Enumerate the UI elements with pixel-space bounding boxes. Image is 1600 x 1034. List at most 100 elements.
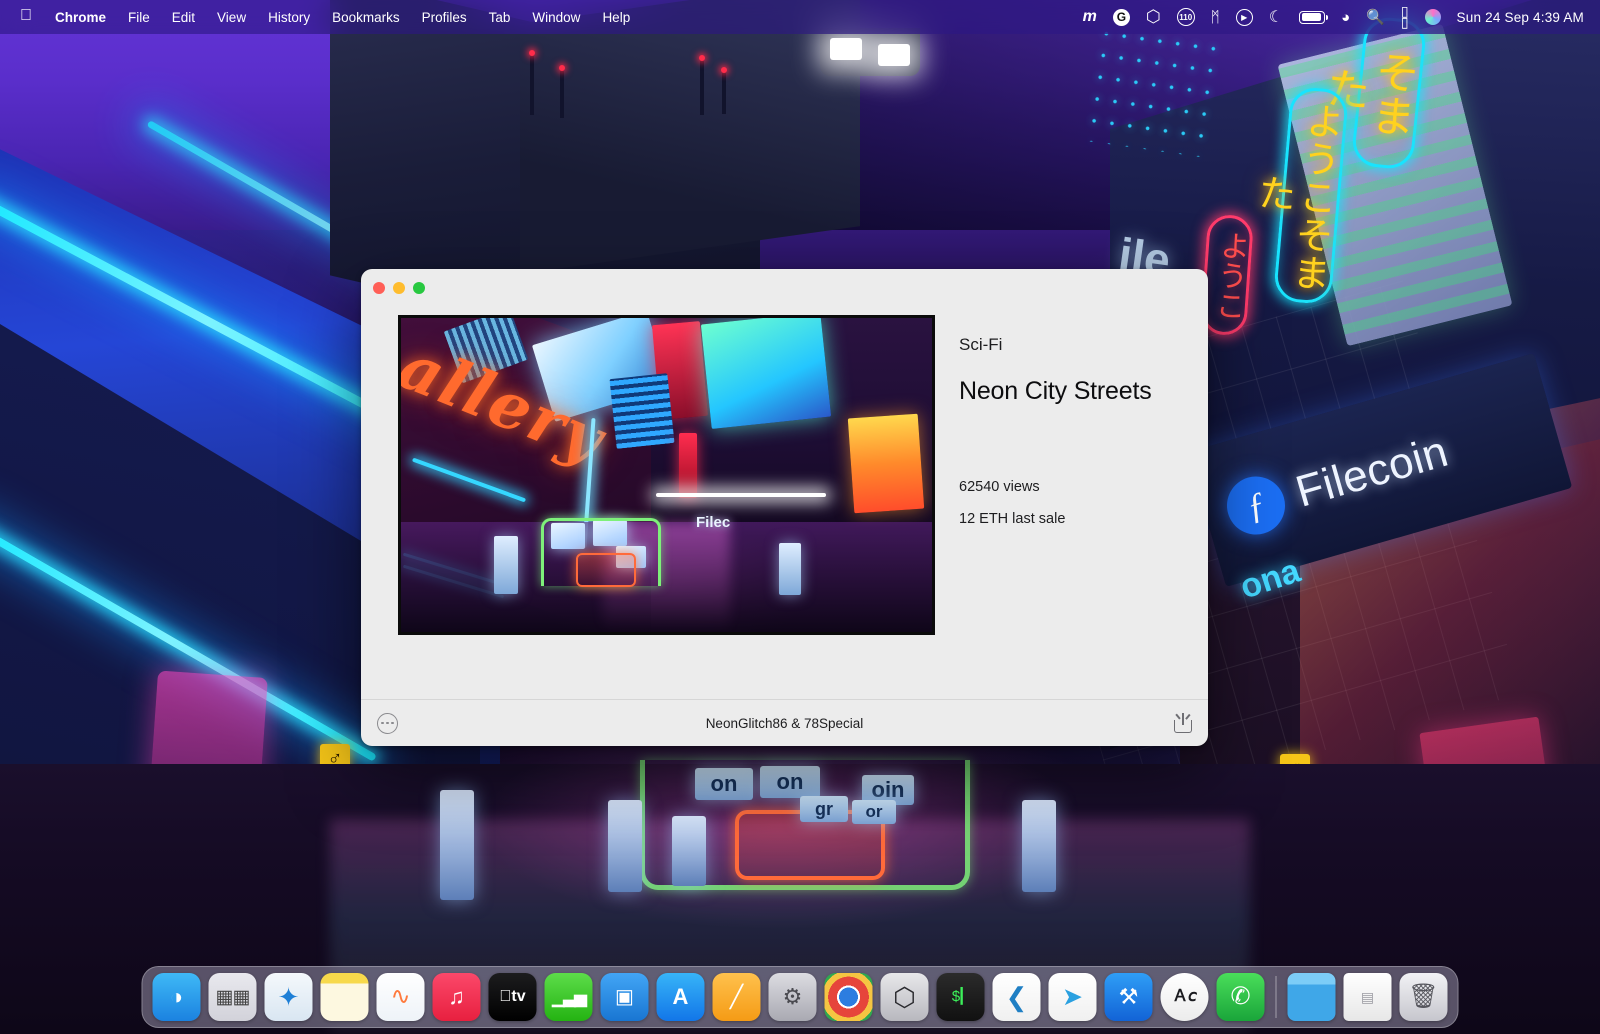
- dock-item-apple-tv[interactable]: tv: [488, 973, 537, 1021]
- menu-item-help[interactable]: Help: [591, 7, 641, 28]
- menu-item-history[interactable]: History: [257, 7, 321, 28]
- artwork-screen-orange: [847, 413, 925, 514]
- arch-billboard-sub2: or: [852, 800, 896, 824]
- numbers-chart-icon: ▁▃▅: [551, 987, 587, 1007]
- logitech-g-icon[interactable]: G: [1112, 8, 1130, 26]
- street-kiosk-4: [440, 790, 474, 900]
- share-icon[interactable]: [1174, 713, 1192, 733]
- window-footer: NeonGlitch86 & 78Special: [361, 699, 1208, 746]
- more-options-button[interactable]: [377, 712, 398, 734]
- macos-dock[interactable]: ◑ ▦▦ ✦ ∿ ♫ tv ▁▃▅ ▣ A ╱: [141, 966, 1459, 1028]
- whatsapp-phone-icon: ✆: [1230, 983, 1251, 1010]
- monkeytype-icon[interactable]: m: [1083, 7, 1097, 27]
- window-body: allery Filec Sci-Fi Neon City Streets 62…: [361, 315, 1208, 660]
- dock-item-notes-alt[interactable]: ╱: [712, 973, 761, 1021]
- dock-item-downloads-folder[interactable]: [1287, 973, 1336, 1021]
- app-store-icon: A: [672, 984, 689, 1009]
- menu-item-file[interactable]: File: [117, 7, 161, 28]
- unity-icon[interactable]: ⬡: [1146, 7, 1161, 27]
- artwork-neon-tube: [656, 493, 826, 497]
- dock-item-notes[interactable]: [320, 973, 369, 1021]
- control-center-icon[interactable]: ▯ ▯: [1401, 4, 1409, 29]
- dock-item-document-preview[interactable]: ▤: [1343, 973, 1392, 1021]
- nft-views: 62540 views: [959, 479, 1040, 495]
- artwork-container: allery Filec: [398, 315, 935, 660]
- finder-icon: ◑: [169, 984, 184, 1009]
- dock-item-google-chrome[interactable]: [824, 973, 873, 1021]
- close-button[interactable]: [373, 282, 385, 294]
- street-kiosk-2: [672, 816, 706, 886]
- antenna-2: [559, 65, 565, 118]
- keynote-icon: ▣: [615, 986, 634, 1008]
- dock-item-numbers[interactable]: ▁▃▅: [544, 973, 593, 1021]
- dock-item-whatsapp[interactable]: ✆: [1216, 973, 1265, 1021]
- window-title-bar[interactable]: [361, 269, 1208, 315]
- traffic-lights: [373, 282, 425, 294]
- more-dot-3: [391, 721, 394, 725]
- desktop-screen: そまた ようこそまた ようこ ile ƒ Filecoin ona ♂ ♂ on…: [0, 0, 1600, 1034]
- menu-item-view[interactable]: View: [206, 7, 257, 28]
- nft-title: Neon City Streets: [959, 377, 1152, 405]
- freeform-icon: ∿: [390, 983, 411, 1010]
- filecoin-logo-icon: ƒ: [1220, 469, 1292, 542]
- menu-item-chrome[interactable]: Chrome: [44, 7, 117, 28]
- dock-separator: [1275, 976, 1277, 1018]
- terminal-prompt-icon: $▎: [951, 988, 970, 1006]
- dock-item-terminal[interactable]: $▎: [936, 973, 985, 1021]
- arch-billboard-left: on: [695, 768, 753, 800]
- menu-item-profiles[interactable]: Profiles: [411, 7, 478, 28]
- dock-item-finder[interactable]: ◑: [152, 973, 201, 1021]
- more-dot-1: [381, 721, 384, 725]
- dock-item-telegram[interactable]: ➤: [1048, 973, 1097, 1021]
- dock-item-freeform[interactable]: ∿: [376, 973, 425, 1021]
- macos-menu-bar[interactable]:  Chrome File Edit View History Bookmark…: [0, 0, 1600, 34]
- do-not-disturb-moon-icon[interactable]: ☾: [1269, 7, 1283, 27]
- dock-item-ai-app[interactable]: Ａ𝘤: [1160, 973, 1209, 1021]
- street-kiosk-1: [608, 800, 642, 892]
- spotlight-1: [830, 38, 862, 60]
- neon-sign-japanese-small: ようこ: [1199, 213, 1255, 337]
- bluetooth-icon[interactable]: ᛗ: [1211, 7, 1220, 27]
- antenna-4: [721, 67, 727, 114]
- wallpaper-building-center-2: [520, 0, 860, 274]
- dock-item-safari[interactable]: ✦: [264, 973, 313, 1021]
- dock-item-app-store[interactable]: A: [656, 973, 705, 1021]
- blue-led-grid: [1082, 21, 1228, 159]
- dock-item-launchpad[interactable]: ▦▦: [208, 973, 257, 1021]
- screen-recording-icon[interactable]: ▶: [1235, 8, 1253, 26]
- dock-item-system-settings[interactable]: ⚙: [768, 973, 817, 1021]
- artwork-screen-3: [609, 373, 675, 449]
- dock-item-music[interactable]: ♫: [432, 973, 481, 1021]
- menu-item-tab[interactable]: Tab: [478, 7, 522, 28]
- dock-item-unity-hub[interactable]: ⬡: [880, 973, 929, 1021]
- unity-cube-icon: ⬡: [893, 982, 916, 1012]
- arch-billboard-mid: on: [760, 766, 820, 798]
- artwork-screen-teal: [700, 318, 832, 429]
- artwork-arch-orange: [576, 553, 636, 587]
- dock-item-visual-studio-code[interactable]: ❮: [992, 973, 1041, 1021]
- battery-icon[interactable]: [1299, 7, 1329, 27]
- nft-artwork-image[interactable]: allery Filec: [398, 315, 935, 635]
- artwork-road: [401, 522, 932, 632]
- apple-logo-icon[interactable]: : [12, 8, 44, 26]
- share-arrow: [1182, 713, 1184, 725]
- nft-category: Sci-Fi: [959, 335, 1003, 354]
- menu-item-bookmarks[interactable]: Bookmarks: [321, 7, 411, 28]
- dock-item-trash[interactable]: 🗑: [1399, 973, 1448, 1021]
- dock-item-xcode[interactable]: ⚒: [1104, 973, 1153, 1021]
- artwork-red-strip: [679, 433, 697, 498]
- document-icon: ▤: [1360, 989, 1375, 1005]
- nft-detail-window[interactable]: allery Filec Sci-Fi Neon City Streets 62…: [361, 269, 1208, 746]
- menu-item-window[interactable]: Window: [521, 7, 591, 28]
- music-note-icon: ♫: [448, 984, 465, 1009]
- menu-bar-clock[interactable]: Sun 24 Sep 4:39 AM: [1457, 10, 1584, 25]
- timer-110-icon[interactable]: 110: [1176, 8, 1195, 26]
- siri-icon[interactable]: [1424, 9, 1441, 25]
- dock-item-keynote[interactable]: ▣: [600, 973, 649, 1021]
- apple-tv-icon: tv: [499, 988, 525, 1005]
- minimize-button[interactable]: [393, 282, 405, 294]
- wifi-icon[interactable]: ◕: [1341, 7, 1350, 27]
- zoom-button[interactable]: [413, 282, 425, 294]
- spotlight-search-icon[interactable]: 🔍: [1366, 7, 1385, 27]
- menu-item-edit[interactable]: Edit: [161, 7, 206, 28]
